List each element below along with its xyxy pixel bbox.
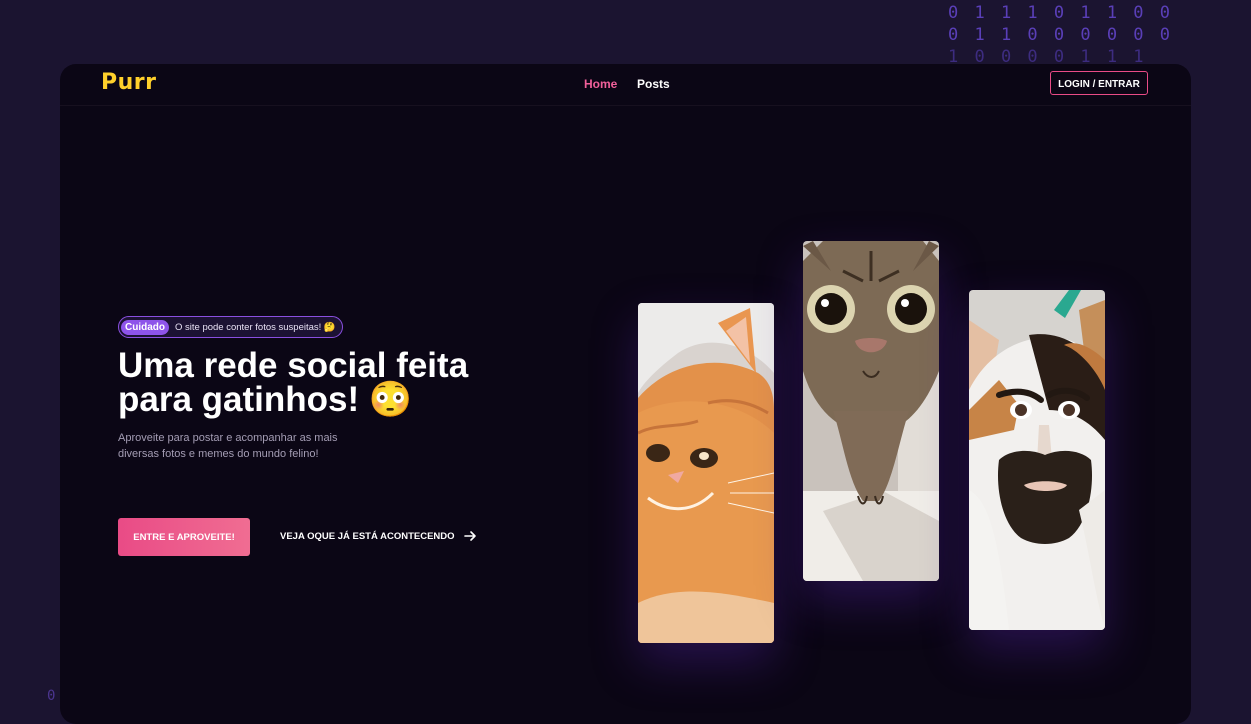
see-activity-link[interactable]: VEJA OQUE JÁ ESTÁ ACONTECENDO	[280, 530, 477, 542]
hero-title-line-2: para gatinhos! 😳	[118, 380, 413, 419]
login-button[interactable]: LOGIN / ENTRAR	[1050, 71, 1148, 95]
logo[interactable]: Purr	[101, 70, 157, 95]
hero-subtitle: Aproveite para postar e acompanhar as ma…	[118, 432, 338, 460]
binary-line: 0 1 1 1 0 1 1 0 0	[948, 3, 1173, 23]
top-navbar: Purr Home Posts LOGIN / ENTRAR	[60, 64, 1191, 106]
background-binary-pattern: 0 1 1 1 0 1 1 0 0 0 1 1 0 0 0 0 0 0 1 0 …	[948, 2, 1173, 68]
calico-cat-image	[969, 290, 1105, 630]
warning-badge: Cuidado O site pode conter fotos suspeit…	[118, 316, 343, 338]
hero-title: Uma rede social feita para gatinhos! 😳	[118, 348, 538, 419]
cat-photo-orange-tabby[interactable]	[638, 303, 774, 643]
arrow-right-icon	[463, 531, 476, 541]
see-activity-label: VEJA OQUE JÁ ESTÁ ACONTECENDO	[280, 530, 455, 542]
orange-cat-image	[638, 303, 774, 643]
cat-photo-wide-eyed-tabby[interactable]	[803, 241, 939, 581]
main-panel: Purr Home Posts LOGIN / ENTRAR Cuidado O…	[60, 64, 1191, 724]
warning-badge-tag: Cuidado	[121, 319, 169, 335]
nav-link-posts[interactable]: Posts	[637, 77, 670, 91]
cat-photo-calico-face-filter[interactable]	[969, 290, 1105, 630]
nav-link-home[interactable]: Home	[584, 77, 617, 91]
binary-line: 0 1 1 0 0 0 0 0 0	[948, 25, 1173, 45]
background-binary-digit: 0	[47, 688, 56, 704]
warning-badge-text: O site pode conter fotos suspeitas! 🤔	[175, 321, 336, 333]
tabby-cat-image	[803, 241, 939, 581]
cta-signup-button[interactable]: ENTRE E APROVEITE!	[118, 518, 250, 556]
